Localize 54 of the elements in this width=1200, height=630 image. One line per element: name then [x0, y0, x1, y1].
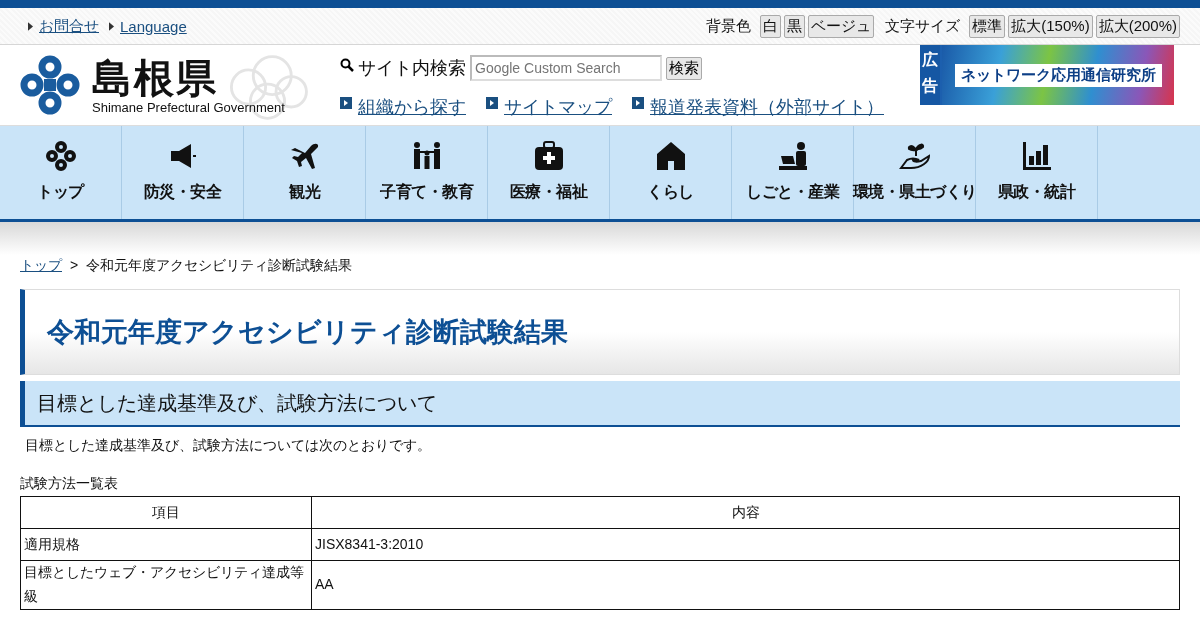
- table-cell: 目標としたウェブ・アクセシビリティ達成等級: [20, 560, 312, 610]
- house-icon: [654, 140, 687, 172]
- emblem-icon: [44, 140, 77, 172]
- background-color-button[interactable]: 黒: [784, 14, 806, 38]
- desk-worker-icon: [776, 140, 809, 172]
- logo-icon: [20, 55, 80, 115]
- page-title: 令和元年度アクセシビリティ診断試験結果: [20, 289, 1180, 375]
- header-link[interactable]: 報道発表資料（外部サイト）: [650, 95, 884, 119]
- section-heading: 目標とした達成基準及び、試験方法について: [20, 381, 1180, 427]
- medical-bag-icon: [532, 140, 565, 172]
- nav-item[interactable]: 観光: [244, 126, 366, 219]
- triangle-icon: [28, 21, 33, 31]
- bar-chart-icon: [1020, 140, 1053, 172]
- background-color-button[interactable]: ベージュ: [808, 14, 875, 38]
- table-caption: 試験方法一覧表: [20, 475, 119, 493]
- ad-text: ネットワーク応用通信研究所: [954, 63, 1162, 87]
- header-link[interactable]: 組織から探す: [358, 95, 466, 119]
- table-cell: 適用規格: [20, 528, 312, 561]
- breadcrumb-link[interactable]: トップ: [20, 257, 62, 289]
- nav-item[interactable]: くらし: [610, 126, 732, 219]
- text-size-button[interactable]: 標準: [969, 14, 1006, 38]
- table-cell: JISX8341-3:2010: [311, 528, 1180, 561]
- nav-item[interactable]: 防災・安全: [122, 126, 244, 219]
- search-field[interactable]: Google Custom Search: [470, 55, 662, 81]
- nav-item[interactable]: 県政・統計: [976, 126, 1098, 219]
- triangle-icon: [109, 21, 114, 31]
- arrow-square-icon: [486, 97, 498, 109]
- logo-name: 島根県: [92, 55, 219, 100]
- text-size-button[interactable]: 拡大(150%): [1008, 14, 1093, 38]
- nav-item[interactable]: 子育て・教育: [366, 126, 488, 219]
- header-link[interactable]: サイトマップ: [504, 95, 612, 119]
- column-header: 項目: [20, 496, 312, 529]
- breadcrumb-separator: >: [70, 257, 79, 275]
- table-cell: AA: [311, 560, 1180, 610]
- ad-badge: 広告: [920, 45, 940, 105]
- utility-link[interactable]: Language: [120, 17, 187, 35]
- ad-banner[interactable]: 広告 ネットワーク応用通信研究所: [920, 45, 1174, 105]
- nav-item[interactable]: 環境・県土づくり: [854, 126, 976, 219]
- background-color-button[interactable]: 白: [760, 14, 782, 38]
- arrow-square-icon: [632, 97, 644, 109]
- text-size-button[interactable]: 拡大(200%): [1095, 14, 1180, 38]
- arrow-square-icon: [340, 97, 352, 109]
- text-size-label: 文字サイズ: [885, 16, 961, 36]
- nav-item[interactable]: トップ: [0, 126, 122, 219]
- search-icon: [340, 58, 354, 72]
- utility-link[interactable]: お問合せ: [39, 16, 99, 36]
- column-header: 内容: [311, 496, 1180, 529]
- background-color-label: 背景色: [706, 16, 752, 36]
- breadcrumb-current: 令和元年度アクセシビリティ診断試験結果: [86, 257, 353, 275]
- intro-text: 目標とした達成基準及び、試験方法については次のとおりです。: [25, 437, 432, 455]
- nav-item[interactable]: 医療・福祉: [488, 126, 610, 219]
- search-button[interactable]: 検索: [666, 56, 702, 80]
- logo-subtitle: Shimane Prefectural Government: [92, 99, 285, 115]
- search-label: サイト内検索: [358, 57, 466, 80]
